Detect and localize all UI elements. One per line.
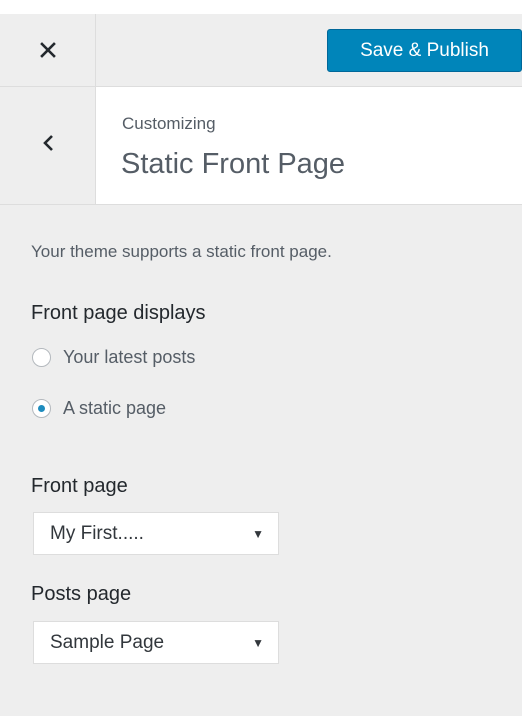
chevron-left-icon — [41, 133, 55, 158]
dropdown-arrow-icon: ▼ — [252, 526, 264, 541]
customizer-header: Save & Publish — [0, 0, 522, 87]
front-page-displays-label: Front page displays — [31, 302, 206, 324]
radio-static-page[interactable]: A static page — [32, 398, 166, 419]
radio-latest-posts[interactable]: Your latest posts — [32, 347, 195, 368]
front-page-label: Front page — [31, 475, 128, 497]
section-description: Your theme supports a static front page. — [31, 242, 332, 261]
customizer-panel: Save & Publish Customizing Static Front … — [0, 0, 522, 716]
radio-label: Your latest posts — [63, 347, 196, 367]
section-header: Customizing Static Front Page — [0, 87, 522, 205]
radio-button[interactable] — [32, 348, 51, 367]
radio-button-checked[interactable] — [32, 399, 51, 418]
top-strip — [0, 0, 522, 14]
radio-label: A static page — [63, 398, 167, 418]
page-edge — [522, 0, 530, 716]
page-title: Static Front Page — [121, 148, 346, 180]
close-icon — [39, 42, 56, 58]
breadcrumb: Customizing — [122, 114, 216, 133]
select-value: My First..... — [50, 522, 144, 544]
select-value: Sample Page — [50, 631, 165, 653]
posts-page-select[interactable]: Sample Page ▼ — [33, 621, 279, 664]
save-publish-button[interactable]: Save & Publish — [327, 29, 522, 72]
dropdown-arrow-icon: ▼ — [252, 635, 264, 650]
front-page-select[interactable]: My First..... ▼ — [33, 512, 279, 555]
back-button[interactable] — [0, 87, 96, 204]
posts-page-label: Posts page — [31, 583, 132, 605]
close-button[interactable] — [0, 14, 96, 86]
